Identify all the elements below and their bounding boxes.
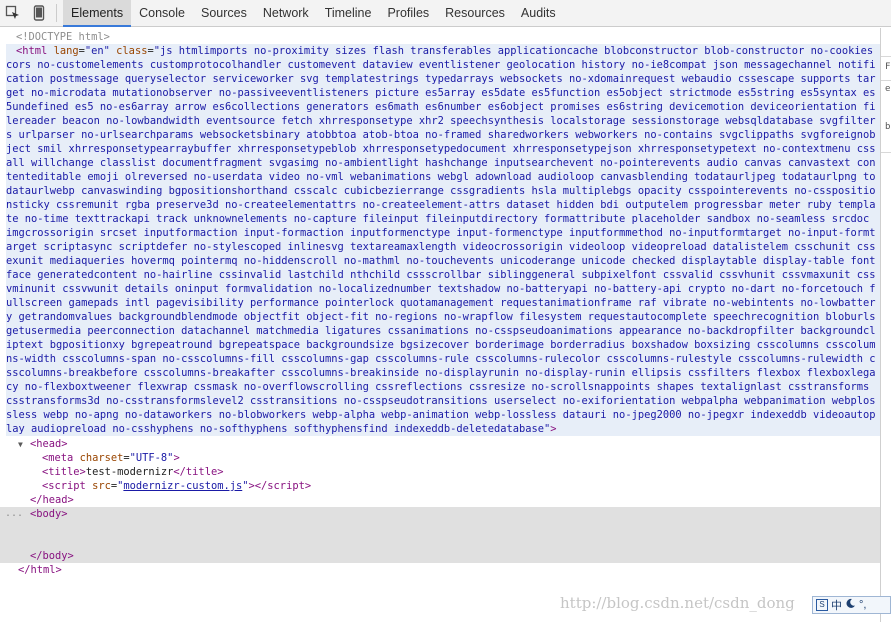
sidebar-text-3: b: [885, 122, 891, 132]
sidebar-text-2: e: [885, 84, 891, 94]
body-tag-name: body: [36, 508, 62, 520]
script-tag-name: script: [48, 480, 86, 492]
title-text: test-modernizr: [85, 466, 174, 478]
moon-icon[interactable]: [845, 598, 856, 612]
title-tag-name: title: [48, 466, 80, 478]
tab-resources[interactable]: Resources: [437, 0, 513, 27]
script-close-tag-name: script: [267, 480, 305, 492]
dom-tree: <!DOCTYPE html> <html lang="en" class="j…: [0, 28, 880, 622]
html-close-node[interactable]: </html>: [0, 563, 880, 577]
sidebar-text-1: F: [885, 62, 891, 72]
ime-status-bar[interactable]: S 中 °,: [812, 596, 891, 614]
toolbar-separator: [56, 4, 57, 22]
title-node[interactable]: <title>test-modernizr</title>: [0, 465, 880, 479]
panel-tabs: Elements Console Sources Network Timelin…: [63, 0, 564, 27]
head-close-node[interactable]: </head>: [0, 493, 880, 507]
html-lang-value: en: [91, 45, 104, 57]
tab-profiles[interactable]: Profiles: [379, 0, 437, 27]
tab-audits[interactable]: Audits: [513, 0, 564, 27]
html-lang-attr: lang: [53, 45, 79, 57]
meta-node[interactable]: <meta charset="UTF-8">: [0, 451, 880, 465]
expand-arrow-icon[interactable]: ▼: [18, 438, 23, 452]
head-node[interactable]: ▼ <head>: [0, 437, 880, 451]
inspect-element-icon[interactable]: [0, 0, 26, 26]
script-src-attr: src: [92, 480, 111, 492]
html-tag-name: html: [22, 45, 48, 57]
title-close-tag-name: title: [185, 466, 218, 478]
sidebar-divider: [881, 56, 891, 57]
body-close-tag-name: body: [42, 550, 68, 562]
tab-network[interactable]: Network: [255, 0, 317, 27]
meta-charset-value: UTF-8: [135, 452, 168, 464]
body-open-tag: <body>: [30, 508, 68, 520]
sidebar-divider: [881, 80, 891, 81]
html-class-attr: class: [116, 45, 148, 57]
tab-console[interactable]: Console: [131, 0, 193, 27]
styles-sidebar[interactable]: F e b: [880, 28, 891, 622]
head-tag-name: head: [36, 438, 62, 450]
body-close-tag: </body>: [30, 550, 74, 562]
doctype-node[interactable]: <!DOCTYPE html>: [0, 30, 880, 44]
html-class-value: js htmlimports no-proximity sizes flash …: [6, 45, 876, 435]
tab-elements[interactable]: Elements: [63, 0, 132, 27]
ime-input-mode[interactable]: 中: [831, 597, 842, 613]
sidebar-divider: [881, 152, 891, 153]
head-close-tag-name: head: [42, 494, 68, 506]
script-node[interactable]: <script src="modernizr-custom.js"></scri…: [0, 479, 880, 493]
body-node[interactable]: ... <body> </body>: [0, 507, 880, 563]
more-options-dots[interactable]: ...: [5, 507, 23, 521]
html-close-tag-name: html: [30, 564, 56, 576]
tab-sources[interactable]: Sources: [193, 0, 255, 27]
meta-tag-name: meta: [48, 452, 74, 464]
tab-timeline[interactable]: Timeline: [317, 0, 380, 27]
device-mode-icon[interactable]: [26, 0, 52, 26]
ime-logo-icon[interactable]: S: [816, 599, 828, 611]
watermark-text: http://blog.csdn.net/csdn_dong: [560, 594, 795, 612]
ime-punctuation[interactable]: °,: [859, 599, 866, 611]
devtools-toolbar: Elements Console Sources Network Timelin…: [0, 0, 891, 27]
html-element-node[interactable]: <html lang="en" class="js htmlimports no…: [6, 44, 880, 436]
script-src-link[interactable]: modernizr-custom.js: [123, 480, 242, 492]
meta-charset-attr: charset: [79, 452, 124, 464]
